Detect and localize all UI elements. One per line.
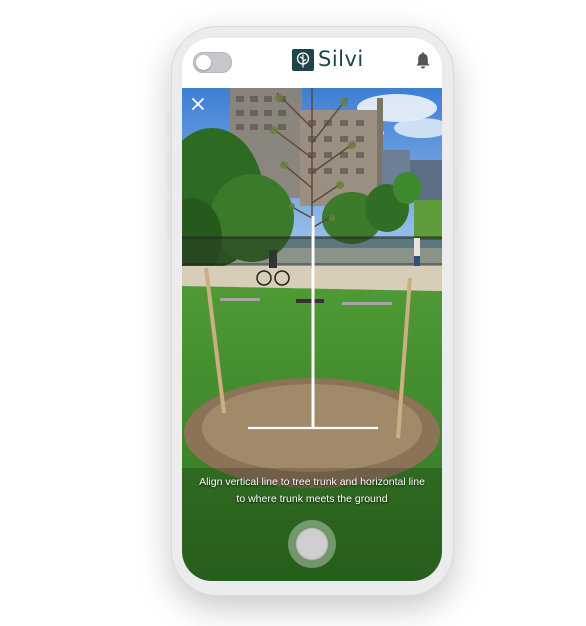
phone-power-button <box>454 166 458 232</box>
phone-side-button <box>167 112 171 138</box>
phone-volume-down-button <box>167 198 171 238</box>
phone-volume-up-button <box>167 150 171 190</box>
shutter-button-inner[interactable] <box>296 528 328 560</box>
brand-name: Silvi <box>318 47 364 71</box>
close-icon[interactable] <box>191 97 205 111</box>
instruction-line-2: to where trunk meets the ground <box>236 493 388 505</box>
app-header: Silvi <box>182 38 442 88</box>
shutter-button[interactable] <box>288 520 336 568</box>
tree-leaf-icon <box>292 49 314 71</box>
toggle-knob <box>196 55 211 70</box>
bell-icon[interactable] <box>415 52 431 70</box>
mode-toggle[interactable] <box>193 52 232 73</box>
phone-screen: Silvi Align vertical line to tree trunk … <box>182 38 442 581</box>
alignment-instruction: Align vertical line to tree trunk and ho… <box>182 474 442 508</box>
camera-viewfinder[interactable]: Align vertical line to tree trunk and ho… <box>182 88 442 581</box>
instruction-line-1: Align vertical line to tree trunk and ho… <box>199 476 425 488</box>
